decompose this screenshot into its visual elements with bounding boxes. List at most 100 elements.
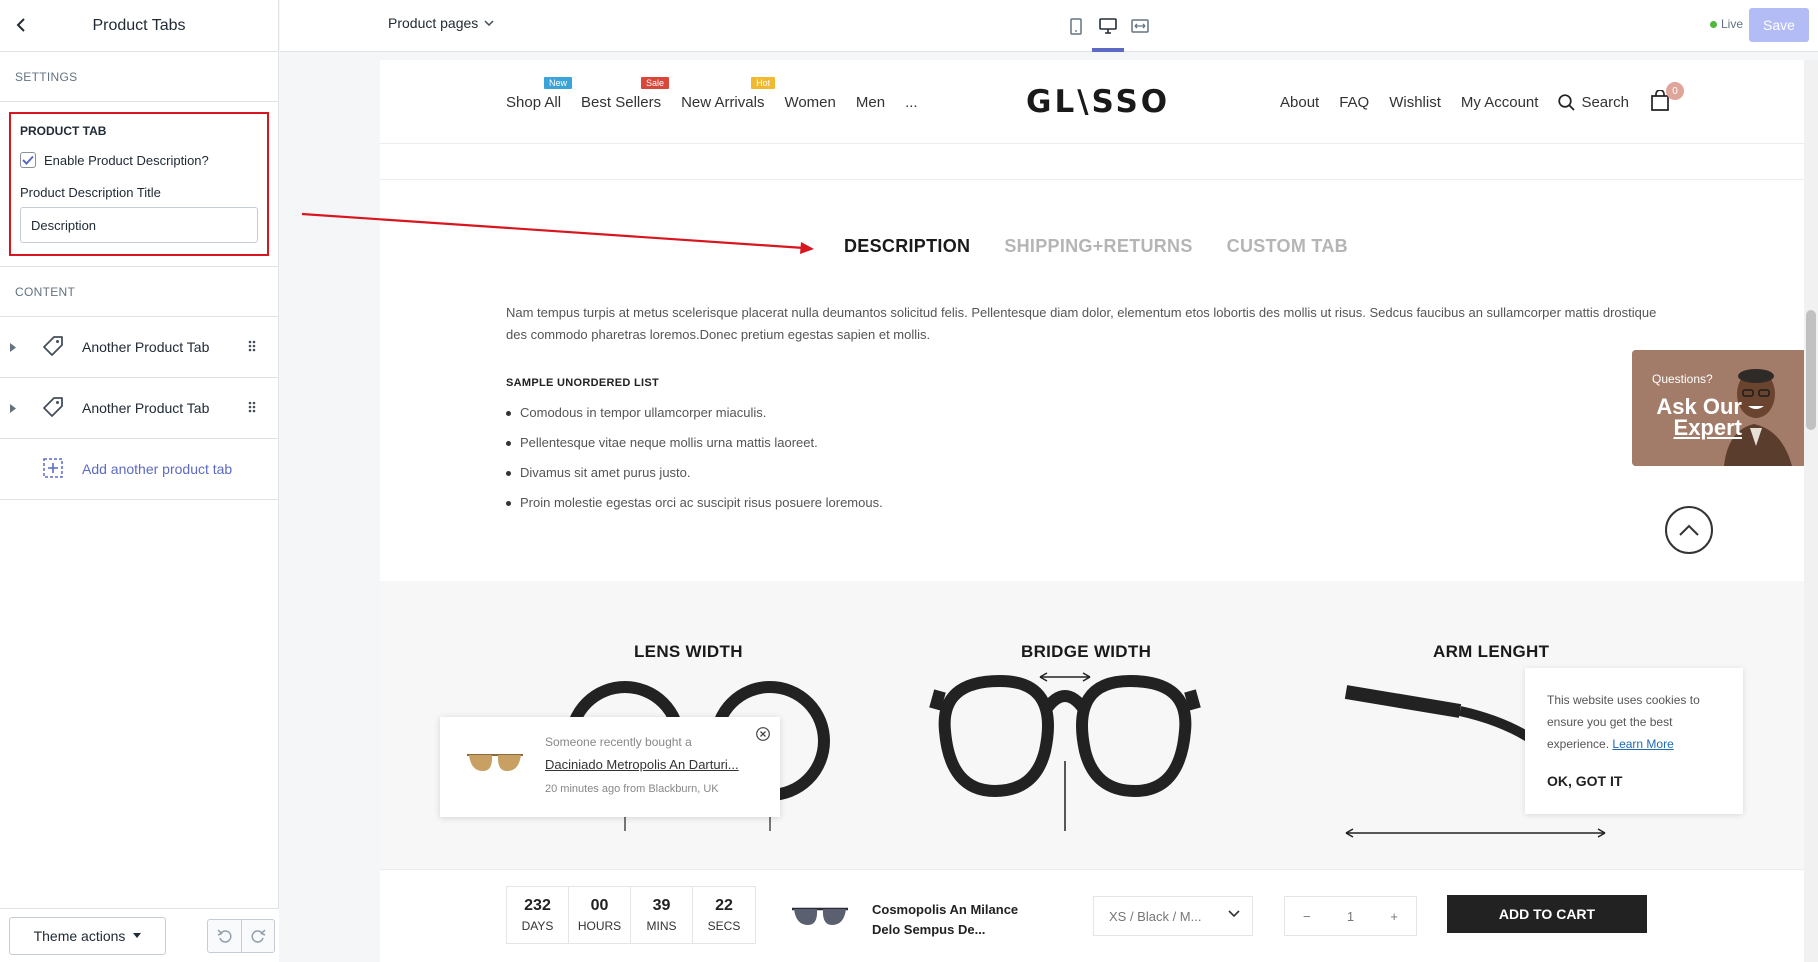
increase-qty-button[interactable]: + [1372, 909, 1416, 924]
content-item[interactable]: Another Product Tab [0, 378, 278, 439]
desktop-view-button[interactable] [1093, 13, 1123, 39]
page-type-label: Product pages [388, 15, 479, 31]
tag-icon [42, 335, 64, 360]
expert-question: Questions? [1652, 372, 1713, 386]
live-status: Live [1710, 17, 1743, 31]
content-item[interactable]: Another Product Tab [0, 317, 278, 378]
enable-description-checkbox[interactable] [20, 152, 36, 168]
nav-my-account[interactable]: My Account [1461, 94, 1539, 111]
nav-shop-all[interactable]: New Shop All [506, 77, 573, 111]
fullwidth-icon [1131, 19, 1149, 33]
countdown-value: 39 [652, 897, 671, 914]
list-item: Pellentesque vitae neque mollis urna mat… [506, 435, 883, 465]
countdown-mins: 39 MINS [631, 887, 693, 943]
back-arrow-icon[interactable] [10, 14, 32, 36]
nav-search[interactable]: Search [1558, 94, 1629, 111]
expert-cta: Ask Our Expert [1652, 396, 1742, 439]
scroll-to-top-button[interactable] [1665, 506, 1713, 554]
store-header: New Shop All Sale Best Sellers Hot New A… [380, 60, 1804, 144]
recent-purchase-popup: Someone recently bought a Daciniado Metr… [440, 717, 780, 817]
nav-women[interactable]: Women [784, 94, 835, 111]
nav-label: Best Sellers [581, 94, 662, 111]
countdown-hours: 00 HOURS [569, 887, 631, 943]
theme-actions-label: Theme actions [33, 927, 126, 944]
nav-best-sellers[interactable]: Sale Best Sellers [581, 77, 670, 111]
countdown-value: 00 [590, 897, 609, 914]
close-icon[interactable] [756, 727, 770, 746]
toast-intro: Someone recently bought a [545, 735, 692, 749]
tab-description[interactable]: DESCRIPTION [844, 236, 970, 257]
content-item-label: Another Product Tab [82, 339, 210, 355]
description-title-input[interactable] [20, 207, 258, 243]
variant-select[interactable]: XS / Black / M... [1093, 896, 1253, 936]
redo-icon [251, 928, 266, 943]
nav-label: Shop All [506, 94, 562, 111]
redo-button[interactable] [241, 919, 274, 952]
secondary-nav: About FAQ Wishlist My Account Search [1280, 94, 1629, 111]
drag-handle-icon[interactable] [248, 400, 256, 416]
fullwidth-view-button[interactable] [1125, 13, 1155, 39]
nav-faq[interactable]: FAQ [1339, 94, 1369, 111]
list-item-text: Comodous in tempor ullamcorper miaculis. [520, 405, 767, 420]
sunglasses-thumbnail [467, 754, 523, 771]
expand-caret-icon[interactable] [10, 403, 20, 413]
nav-about[interactable]: About [1280, 94, 1319, 111]
quantity-value[interactable]: 1 [1329, 909, 1373, 924]
theme-actions-button[interactable]: Theme actions [9, 916, 166, 955]
save-button[interactable]: Save [1749, 8, 1809, 42]
tab-shipping-returns[interactable]: SHIPPING+RETURNS [1004, 236, 1192, 257]
nav-wishlist[interactable]: Wishlist [1389, 94, 1441, 111]
live-dot-icon [1710, 20, 1717, 28]
list-item: Divamus sit amet purus justo. [506, 465, 883, 495]
search-icon [1558, 94, 1576, 111]
cart-button[interactable]: 0 [1650, 82, 1684, 117]
ask-expert-card[interactable]: Questions? Ask Our Expert [1632, 350, 1804, 466]
list-item: Proin molestie egestas orci ac suscipit … [506, 495, 883, 525]
sidebar-header: Product Tabs [0, 0, 278, 52]
mobile-view-button[interactable] [1061, 13, 1091, 39]
storefront-preview: New Shop All Sale Best Sellers Hot New A… [380, 60, 1804, 962]
preview-scrollbar[interactable] [1804, 60, 1818, 962]
nav-more[interactable]: ... [905, 94, 918, 111]
countdown-unit: DAYS [521, 919, 554, 933]
drag-handle-icon[interactable] [248, 339, 256, 355]
add-product-tab-button[interactable]: Add another product tab [0, 439, 278, 500]
product-tab-settings: PRODUCT TAB Enable Product Description? … [0, 102, 278, 267]
decrease-qty-button[interactable]: − [1285, 909, 1329, 924]
nav-men[interactable]: Men [856, 94, 885, 111]
sticky-product-name: Cosmopolis An Milance Delo Sempus De... [872, 902, 1019, 937]
enable-description-row[interactable]: Enable Product Description? [20, 152, 258, 168]
store-logo[interactable]: GL\SSO [1026, 84, 1170, 120]
cookie-learn-more-link[interactable]: Learn More [1612, 737, 1673, 751]
sticky-add-to-cart-bar: 232 DAYS 00 HOURS 39 MINS 22 SECS Cosmop… [380, 869, 1804, 962]
scrollbar-thumb[interactable] [1806, 310, 1816, 430]
enable-description-label: Enable Product Description? [44, 152, 209, 168]
active-view-indicator [1092, 48, 1124, 52]
caret-down-icon [133, 933, 142, 938]
expand-caret-icon[interactable] [10, 342, 20, 352]
live-label: Live [1721, 17, 1744, 31]
content-item-label: Another Product Tab [82, 400, 210, 416]
desktop-icon [1099, 18, 1117, 34]
cookie-accept-button[interactable]: OK, GOT IT [1547, 770, 1721, 792]
countdown-value: 232 [524, 897, 551, 914]
nav-label: New Arrivals [681, 94, 765, 111]
add-to-cart-button[interactable]: ADD TO CART [1447, 895, 1647, 933]
undo-button[interactable] [208, 920, 241, 952]
toast-product-link[interactable]: Daciniado Metropolis An Darturi... [545, 757, 739, 772]
add-product-tab-label: Add another product tab [82, 461, 233, 477]
arm-length-title: ARM LENGHT [1433, 642, 1550, 661]
list-title: SAMPLE UNORDERED LIST [506, 377, 659, 389]
content-list: Another Product Tab Another Product Tab … [0, 317, 278, 500]
nav-new-arrivals[interactable]: Hot New Arrivals [681, 77, 776, 111]
undo-redo-group [207, 918, 275, 953]
sidebar-title: Product Tabs [92, 16, 186, 34]
search-label: Search [1581, 94, 1629, 111]
page-type-selector[interactable]: Product pages [388, 15, 494, 31]
cart-count-badge: 0 [1666, 82, 1684, 100]
list-item-text: Proin molestie egestas orci ac suscipit … [520, 495, 883, 510]
chevron-down-icon [484, 20, 494, 26]
chevron-up-icon [1679, 524, 1699, 536]
tab-custom[interactable]: CUSTOM TAB [1227, 236, 1348, 257]
main-nav: New Shop All Sale Best Sellers Hot New A… [506, 77, 918, 111]
